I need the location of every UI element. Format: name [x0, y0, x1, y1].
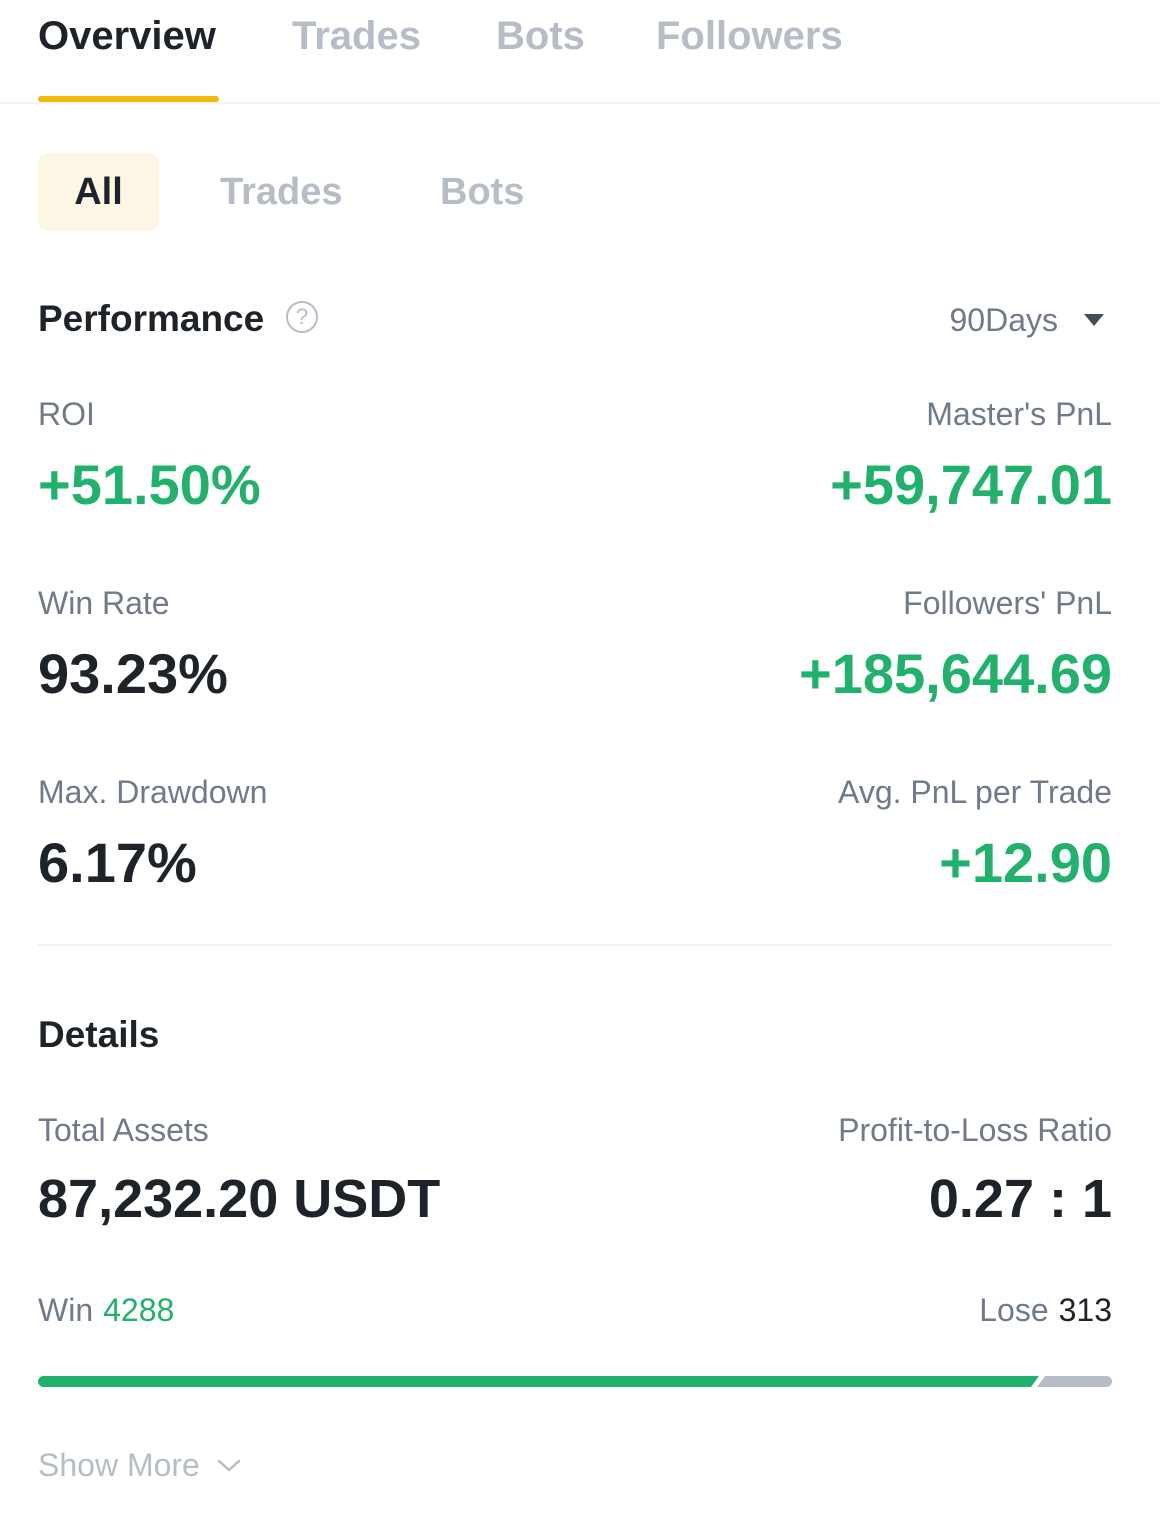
period-dropdown[interactable]: 90Days — [949, 300, 1104, 340]
lose-count: 313 — [1058, 1292, 1112, 1328]
tab-overview[interactable]: Overview — [38, 14, 219, 102]
total-assets-value: 87,232.20 USDT — [38, 1169, 441, 1229]
subtab-all[interactable]: All — [38, 153, 159, 231]
tab-followers[interactable]: Followers — [656, 14, 843, 102]
win-lose-ratio-bar — [38, 1376, 1112, 1387]
details-title: Details — [38, 1014, 160, 1055]
period-value: 90Days — [949, 301, 1059, 338]
roi-value: +51.50% — [38, 453, 261, 516]
subtab-bots[interactable]: Bots — [440, 153, 524, 231]
master-pnl-value: +59,747.01 — [830, 453, 1112, 516]
win-bar-segment — [38, 1376, 1039, 1387]
pl-ratio-label: Profit-to-Loss Ratio — [838, 1112, 1112, 1148]
top-tab-bar: Overview Trades Bots Followers — [0, 0, 1160, 104]
copy-trading-overview: Overview Trades Bots Followers All Trade… — [0, 0, 1160, 1518]
win-rate-label: Win Rate — [38, 585, 170, 621]
total-assets-label: Total Assets — [38, 1112, 209, 1148]
caret-down-icon — [1084, 314, 1104, 326]
lose-label: Lose — [979, 1292, 1049, 1328]
win-label: Win — [38, 1292, 94, 1328]
section-divider — [38, 944, 1112, 946]
show-more-label: Show More — [38, 1447, 200, 1483]
tab-trades[interactable]: Trades — [292, 14, 421, 102]
followers-pnl-value: +185,644.69 — [799, 642, 1112, 705]
chevron-down-icon — [217, 1459, 241, 1471]
tab-bots[interactable]: Bots — [496, 14, 585, 102]
lose-summary: Lose 313 — [979, 1292, 1112, 1329]
roi-label: ROI — [38, 396, 95, 432]
performance-title: Performance — [38, 298, 265, 339]
subtab-trades[interactable]: Trades — [220, 153, 343, 231]
win-rate-value: 93.23% — [38, 642, 228, 705]
win-summary: Win 4288 — [38, 1292, 174, 1329]
lose-bar-segment — [1037, 1376, 1112, 1387]
question-circle-icon[interactable]: ? — [286, 301, 318, 333]
show-more-button[interactable]: Show More — [38, 1447, 242, 1484]
max-drawdown-label: Max. Drawdown — [38, 774, 268, 810]
avg-pnl-label: Avg. PnL per Trade — [838, 774, 1112, 810]
master-pnl-label: Master's PnL — [926, 396, 1112, 432]
followers-pnl-label: Followers' PnL — [903, 585, 1112, 621]
win-count: 4288 — [103, 1292, 175, 1328]
avg-pnl-value: +12.90 — [939, 831, 1112, 894]
max-drawdown-value: 6.17% — [38, 831, 197, 894]
pl-ratio-value: 0.27 : 1 — [928, 1169, 1112, 1229]
